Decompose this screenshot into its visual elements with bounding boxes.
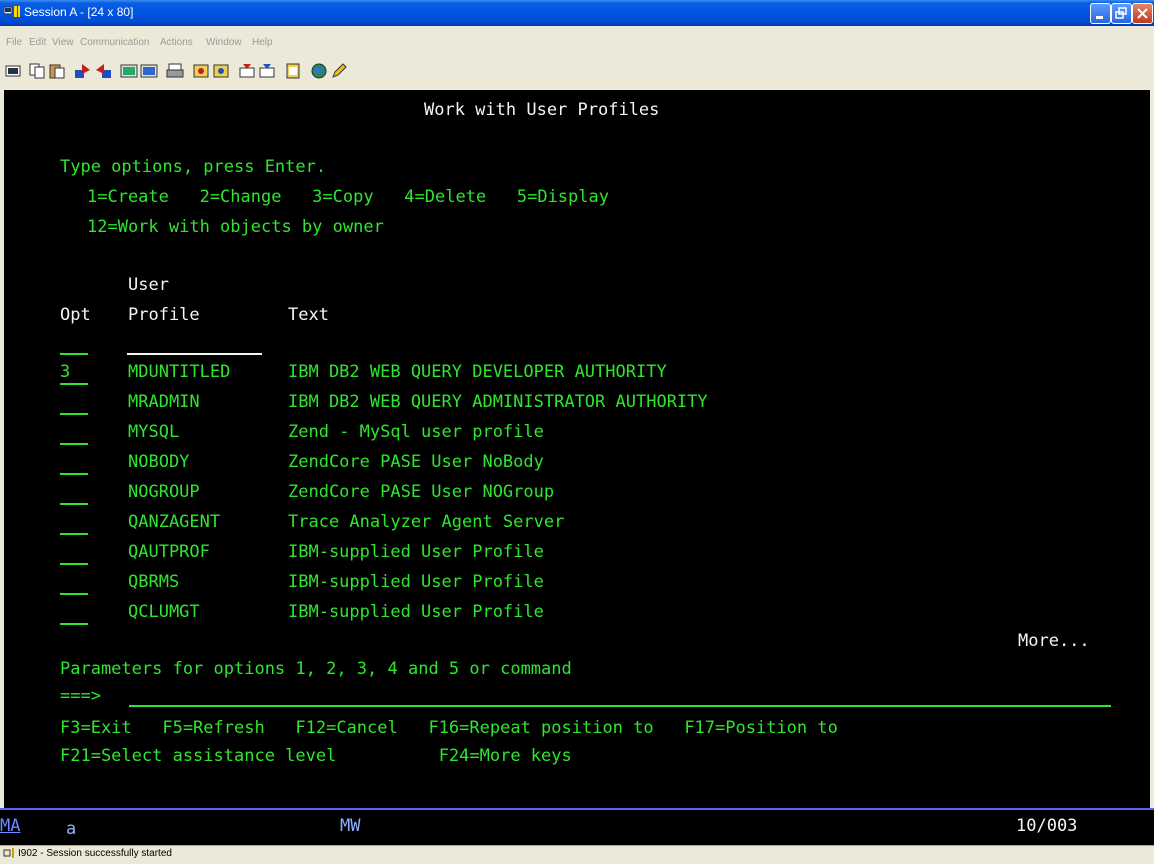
app-icon	[4, 6, 20, 17]
user-profile-text: IBM DB2 WEB QUERY DEVELOPER AUTHORITY	[288, 362, 667, 382]
more-indicator: More...	[1018, 631, 1090, 651]
minimize-icon	[1096, 16, 1103, 19]
user-profile-name: QBRMS	[128, 572, 180, 592]
column-header-user: User	[128, 275, 169, 295]
option-field[interactable]	[60, 593, 88, 595]
user-profile-text: Trace Analyzer Agent Server	[288, 512, 565, 532]
position-to-field[interactable]	[127, 353, 262, 355]
send-icon[interactable]	[74, 62, 92, 80]
oia-ma-indicator: MA	[0, 816, 21, 836]
session-status-icon	[3, 848, 14, 858]
user-profile-text: Zend - MySql user profile	[288, 422, 544, 442]
status-message: I902 - Session successfully started	[18, 848, 172, 859]
menu-actions[interactable]: Actions	[160, 37, 193, 48]
user-profile-name: MRADMIN	[128, 392, 200, 412]
oia-a-indicator: a	[66, 819, 77, 839]
user-profile-name: QAUTPROF	[128, 542, 210, 562]
option-field[interactable]	[60, 383, 88, 385]
user-profile-text: ZendCore PASE User NoBody	[288, 452, 544, 472]
option-field[interactable]	[60, 623, 88, 625]
function-keys-line-1[interactable]: F3=Exit F5=Refresh F12=Cancel F16=Repeat…	[60, 718, 838, 738]
parameters-label: Parameters for options 1, 2, 3, 4 and 5 …	[60, 659, 572, 679]
menu-edit[interactable]: Edit	[29, 37, 46, 48]
user-profile-name: MDUNTITLED	[128, 362, 231, 382]
user-profile-name: QANZAGENT	[128, 512, 221, 532]
user-profile-text: IBM DB2 WEB QUERY ADMINISTRATOR AUTHORIT…	[288, 392, 708, 412]
display2-icon[interactable]	[140, 62, 158, 80]
user-profile-text: IBM-supplied User Profile	[288, 542, 544, 562]
menu-communication[interactable]: Communication	[80, 37, 149, 48]
option-field[interactable]	[60, 473, 88, 475]
user-profile-name: NOBODY	[128, 452, 190, 472]
options-line-1: 1=Create 2=Change 3=Copy 4=Delete 5=Disp…	[87, 187, 609, 207]
function-keys-line-2[interactable]: F21=Select assistance level F24=More key…	[60, 746, 572, 766]
restore-icon	[1115, 7, 1127, 19]
window-title-bar[interactable]: Session A - [24 x 80]	[0, 0, 1154, 26]
column-header-text: Text	[288, 305, 329, 325]
menu-view[interactable]: View	[52, 37, 74, 48]
window-title: Session A - [24 x 80]	[24, 5, 134, 19]
status-bar	[0, 845, 1154, 864]
receive-icon[interactable]	[94, 62, 112, 80]
option-field[interactable]	[60, 413, 88, 415]
restore-button[interactable]	[1111, 3, 1132, 24]
user-profile-name: MYSQL	[128, 422, 180, 442]
clipboard-icon[interactable]	[284, 62, 302, 80]
option-field[interactable]	[60, 533, 88, 535]
close-icon	[1137, 8, 1148, 19]
macro-record-icon[interactable]	[212, 62, 230, 80]
user-profile-name: QCLUMGT	[128, 602, 200, 622]
copy-icon[interactable]	[28, 62, 46, 80]
menu-file[interactable]: File	[6, 37, 22, 48]
user-profile-text: IBM-supplied User Profile	[288, 602, 544, 622]
keymap-icon[interactable]	[238, 62, 256, 80]
display-icon[interactable]	[120, 62, 138, 80]
oia-mw-indicator: MW	[340, 816, 361, 836]
macro-play-icon[interactable]	[192, 62, 210, 80]
user-profile-text: ZendCore PASE User NOGroup	[288, 482, 555, 502]
column-header-opt: Opt	[60, 305, 91, 325]
keymap2-icon[interactable]	[258, 62, 276, 80]
operator-information-area	[0, 808, 1154, 845]
column-header-profile: Profile	[128, 305, 200, 325]
globe-icon[interactable]	[310, 62, 328, 80]
minimize-button[interactable]	[1090, 3, 1111, 24]
option-field[interactable]	[60, 503, 88, 505]
user-profile-text: IBM-supplied User Profile	[288, 572, 544, 592]
option-field-value[interactable]: 3	[60, 362, 70, 382]
cursor-position: 10/003	[1016, 816, 1078, 836]
command-line-input[interactable]	[129, 705, 1111, 707]
command-prompt: ===>	[60, 686, 101, 706]
menu-window[interactable]: Window	[206, 37, 242, 48]
instructions: Type options, press Enter.	[60, 157, 327, 177]
user-profile-name: NOGROUP	[128, 482, 200, 502]
menu-help[interactable]: Help	[252, 37, 273, 48]
option-field[interactable]	[60, 563, 88, 565]
option-field[interactable]	[60, 443, 88, 445]
paste-icon[interactable]	[48, 62, 66, 80]
options-line-2: 12=Work with objects by owner	[87, 217, 384, 237]
screen-title: Work with User Profiles	[424, 100, 660, 120]
printer-icon[interactable]	[166, 62, 184, 80]
session-icon[interactable]	[4, 62, 22, 80]
edit-pencil-icon[interactable]	[330, 62, 348, 80]
position-opt-field[interactable]	[60, 353, 88, 355]
close-button[interactable]	[1132, 3, 1153, 24]
